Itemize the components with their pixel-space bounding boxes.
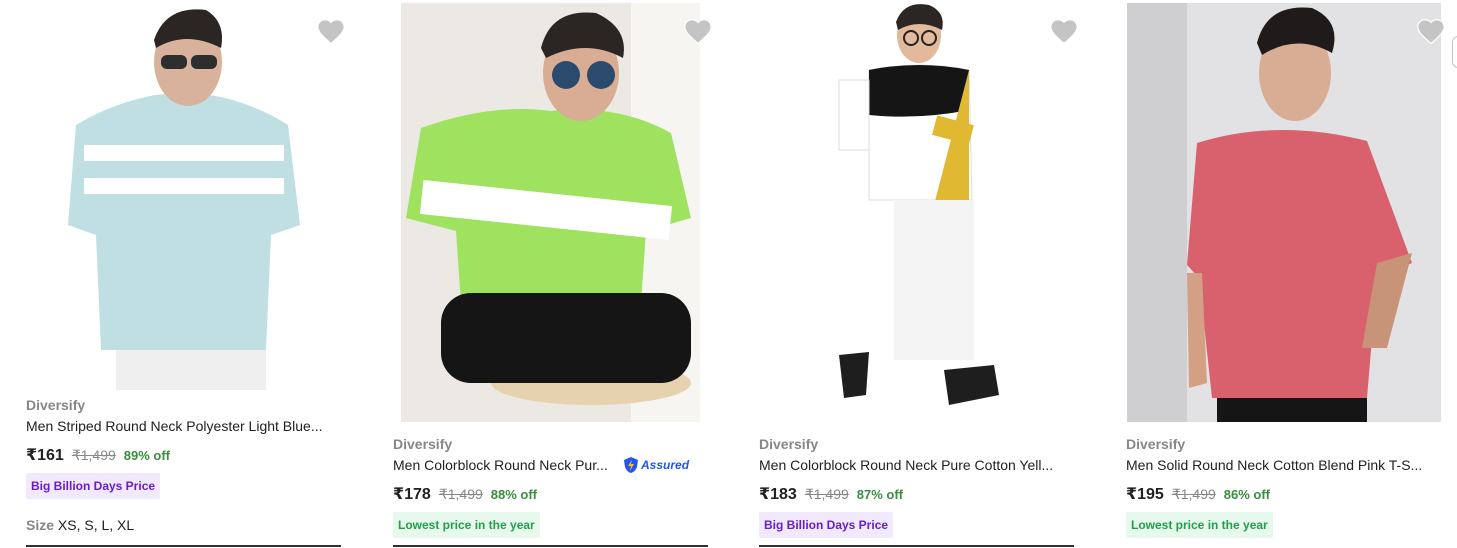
card-divider bbox=[26, 545, 341, 547]
product-image[interactable] bbox=[1127, 3, 1441, 422]
selling-price: ₹183 bbox=[759, 486, 797, 503]
discount-percent: 88% off bbox=[490, 487, 538, 502]
product-brand: Diversify bbox=[1126, 436, 1186, 452]
size-list: XS, S, L, XL bbox=[57, 517, 135, 533]
product-brand: Diversify bbox=[759, 436, 819, 452]
product-title[interactable]: Men Striped Round Neck Polyester Light B… bbox=[26, 418, 346, 434]
wishlist-heart-icon[interactable] bbox=[316, 17, 346, 45]
big-billion-days-badge: Big Billion Days Price bbox=[26, 473, 161, 499]
price-row: ₹183 ₹1,499 87% off bbox=[759, 484, 903, 504]
flipkart-assured-badge: Assured bbox=[623, 456, 689, 474]
wishlist-heart-icon[interactable] bbox=[1049, 17, 1079, 45]
product-photo bbox=[1127, 3, 1441, 422]
wishlist-heart-icon[interactable] bbox=[1416, 17, 1446, 45]
original-price: ₹1,499 bbox=[804, 486, 849, 502]
discount-percent: 86% off bbox=[1223, 487, 1271, 502]
available-sizes: Size XS, S, L, XL bbox=[26, 517, 134, 533]
size-label: Size bbox=[26, 517, 55, 533]
price-row: ₹178 ₹1,499 88% off bbox=[393, 484, 537, 504]
selling-price: ₹161 bbox=[26, 447, 64, 464]
product-photo bbox=[66, 0, 301, 390]
product-card[interactable]: Diversify Men Solid Round Neck Cotton Bl… bbox=[1126, 0, 1446, 548]
card-divider bbox=[759, 545, 1074, 547]
original-price: ₹1,499 bbox=[1171, 486, 1216, 502]
discount-percent: 89% off bbox=[123, 448, 171, 463]
assured-shield-icon bbox=[624, 457, 638, 473]
price-row: ₹161 ₹1,499 89% off bbox=[26, 445, 170, 465]
product-card[interactable]: Diversify Men Striped Round Neck Polyest… bbox=[26, 0, 346, 548]
product-title[interactable]: Men Colorblock Round Neck Pur... bbox=[393, 457, 625, 473]
wishlist-heart-icon[interactable] bbox=[683, 17, 713, 45]
product-image[interactable] bbox=[66, 0, 301, 390]
product-image[interactable] bbox=[834, 0, 1004, 415]
product-brand: Diversify bbox=[393, 436, 453, 452]
lowest-price-badge: Lowest price in the year bbox=[393, 512, 540, 538]
assured-label: Assured bbox=[641, 458, 690, 472]
card-divider bbox=[393, 545, 708, 547]
product-image[interactable] bbox=[401, 3, 700, 422]
product-photo bbox=[834, 0, 1004, 415]
product-photo bbox=[401, 3, 700, 422]
heart-icon bbox=[317, 19, 345, 45]
product-title[interactable]: Men Solid Round Neck Cotton Blend Pink T… bbox=[1126, 457, 1444, 473]
heart-icon bbox=[1050, 19, 1078, 45]
heart-icon bbox=[1417, 19, 1445, 45]
original-price: ₹1,499 bbox=[438, 486, 483, 502]
selling-price: ₹195 bbox=[1126, 486, 1164, 503]
carousel-next-button[interactable] bbox=[1452, 36, 1457, 68]
product-title[interactable]: Men Colorblock Round Neck Pure Cotton Ye… bbox=[759, 457, 1079, 473]
price-row: ₹195 ₹1,499 86% off bbox=[1126, 484, 1270, 504]
product-card[interactable]: Diversify Men Colorblock Round Neck Pure… bbox=[759, 0, 1079, 548]
original-price: ₹1,499 bbox=[71, 447, 116, 463]
big-billion-days-badge: Big Billion Days Price bbox=[759, 512, 894, 538]
discount-percent: 87% off bbox=[856, 487, 904, 502]
selling-price: ₹178 bbox=[393, 486, 431, 503]
product-brand: Diversify bbox=[26, 397, 86, 413]
heart-icon bbox=[684, 19, 712, 45]
lowest-price-badge: Lowest price in the year bbox=[1126, 512, 1273, 538]
product-card[interactable]: Diversify Men Colorblock Round Neck Pur.… bbox=[393, 0, 713, 548]
